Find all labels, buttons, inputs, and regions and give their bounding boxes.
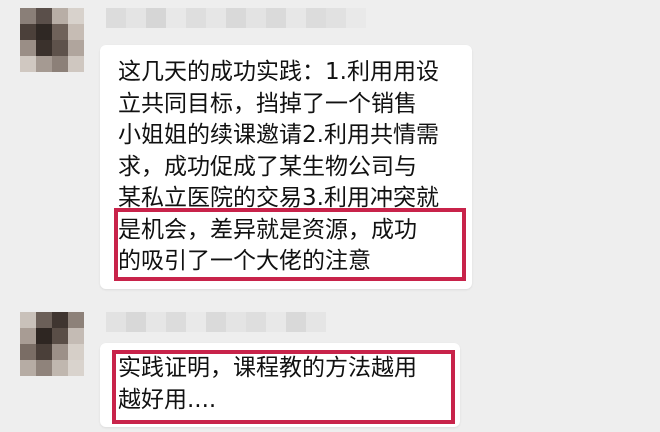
avatar-pixel (36, 24, 52, 40)
avatar-pixel (68, 56, 84, 72)
message-line: 越好用.... (118, 386, 217, 413)
avatar-pixel (20, 24, 36, 40)
avatar-pixel (52, 344, 68, 360)
avatar-pixel (68, 344, 84, 360)
avatar-pixel (36, 312, 52, 328)
avatar-pixel (36, 360, 52, 376)
avatar-pixel (68, 312, 84, 328)
avatar-pixel (52, 360, 68, 376)
sender-avatar[interactable] (20, 8, 84, 72)
avatar-pixel (68, 40, 84, 56)
avatar-pixel (20, 344, 36, 360)
message-text: 实践证明，课程教的方法越用 越好用.... (118, 353, 417, 416)
avatar-pixel (20, 40, 36, 56)
avatar-pixel (68, 24, 84, 40)
avatar-pixel (20, 328, 36, 344)
avatar-pixel (52, 312, 68, 328)
avatar-pixel (36, 344, 52, 360)
avatar-pixel (36, 8, 52, 24)
message-bubble[interactable]: 这几天的成功实践：1.利用用设 立共同目标，挡掉了一个销售 小姐姐的续课邀请2.… (100, 45, 472, 289)
avatar-pixel (68, 360, 84, 376)
avatar-pixel (20, 360, 36, 376)
avatar-pixel (36, 40, 52, 56)
avatar-pixel (20, 312, 36, 328)
message-text: 这几天的成功实践：1.利用用设 立共同目标，挡掉了一个销售 小姐姐的续课邀请2.… (118, 57, 439, 278)
sender-nickname-blurred (106, 8, 366, 28)
message-line: 实践证明，课程教的方法越用 (118, 355, 417, 381)
avatar-pixel (68, 8, 84, 24)
avatar-pixel (36, 328, 52, 344)
avatar-pixel (20, 56, 36, 72)
avatar-pixel (52, 40, 68, 56)
avatar-pixel (36, 56, 52, 72)
avatar-pixel (52, 8, 68, 24)
message-line: 是机会，差异就是资源，成功 (118, 216, 417, 243)
avatar-pixel (20, 8, 36, 24)
avatar-pixel (52, 24, 68, 40)
avatar-pixel (52, 56, 68, 72)
message-line: 立共同目标，挡掉了一个销售 (118, 90, 417, 117)
avatar-pixel (68, 328, 84, 344)
message-bubble[interactable]: 实践证明，课程教的方法越用 越好用.... (100, 343, 460, 427)
avatar-pixel (52, 328, 68, 344)
message-line: 求，成功促成了某生物公司与 (118, 153, 417, 180)
message-line: 某私立医院的交易3.利用冲突就 (118, 185, 439, 211)
sender-avatar[interactable] (20, 312, 84, 376)
sender-nickname-blurred (106, 312, 326, 332)
message-line: 小姐姐的续课邀请2.利用共情需 (118, 122, 439, 148)
message-line: 的吸引了一个大佬的注意 (118, 248, 371, 274)
message-line: 这几天的成功实践：1.利用用设 (118, 59, 439, 85)
